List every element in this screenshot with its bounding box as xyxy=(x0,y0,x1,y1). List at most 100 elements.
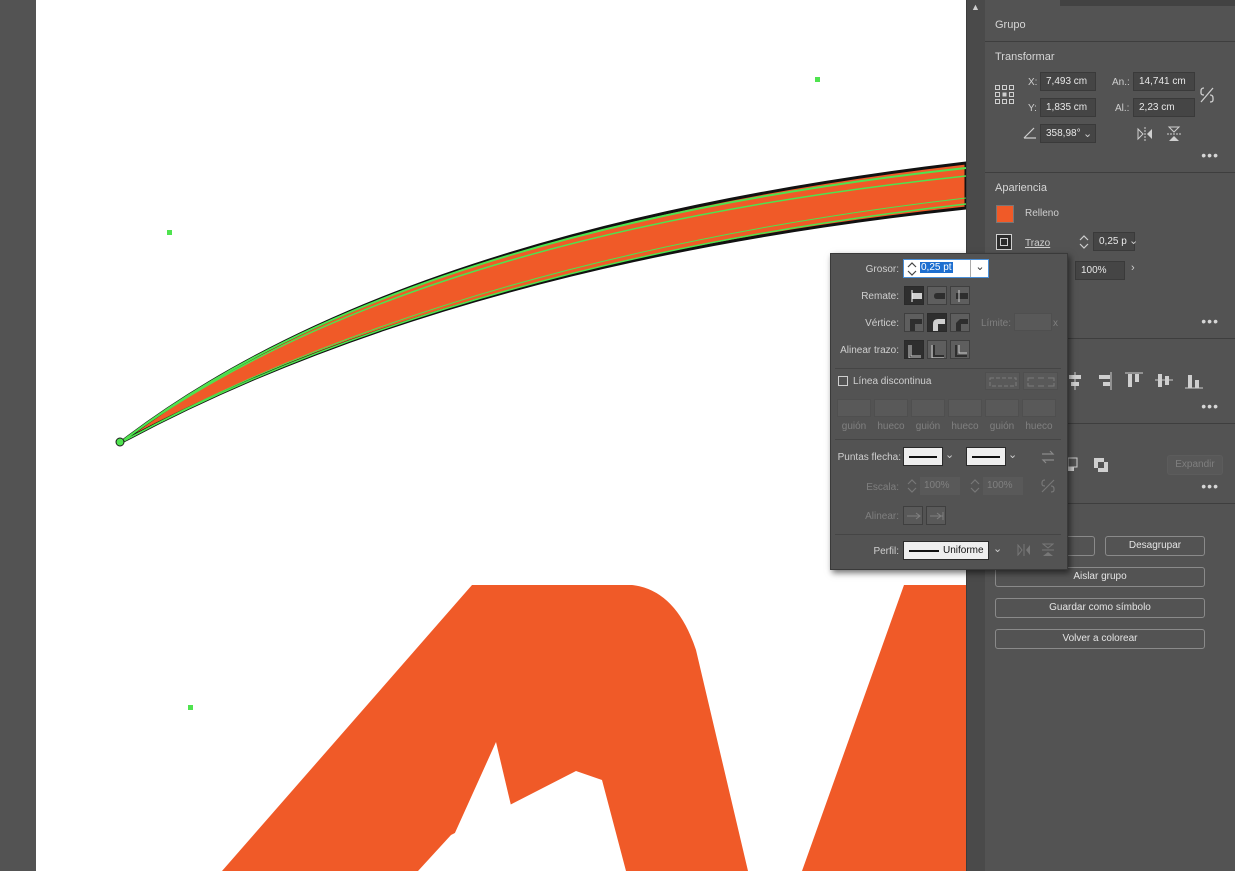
expand-button[interactable]: Expandir xyxy=(1167,455,1223,475)
profile-dropdown-chevron-icon[interactable]: ⌄ xyxy=(993,542,1002,555)
panel-tab-properties[interactable] xyxy=(985,0,1060,7)
limit-input[interactable] xyxy=(1014,313,1052,331)
weight-dropdown-chevron-icon[interactable]: ⌄ xyxy=(970,260,989,277)
flip-profile-vertical-icon[interactable] xyxy=(1042,543,1054,557)
align-more-options-icon[interactable]: ••• xyxy=(1201,398,1219,414)
height-input[interactable]: 2,23 cm xyxy=(1133,98,1195,117)
gap-label-1: hueco xyxy=(877,421,905,432)
align-bottom-icon[interactable] xyxy=(1185,372,1203,390)
y-input[interactable]: 1,835 cm xyxy=(1040,98,1096,117)
width-label: An.: xyxy=(1112,77,1130,88)
round-cap-button[interactable] xyxy=(927,286,947,305)
align-dash-corners-button[interactable] xyxy=(1023,372,1058,390)
start-arrowhead-dropdown[interactable] xyxy=(903,447,943,466)
butt-cap-button[interactable] xyxy=(904,286,924,305)
gap-input-2[interactable] xyxy=(948,399,982,417)
scale-end-input[interactable]: 100% xyxy=(983,477,1023,495)
align-horizontal-center-icon[interactable] xyxy=(1067,372,1083,390)
scroll-up-icon[interactable]: ▲ xyxy=(971,2,980,12)
dash-label-1: guión xyxy=(841,421,867,432)
arrow-tip-beyond-end-button[interactable] xyxy=(903,506,923,525)
stroke-weight-stepper-icon[interactable] xyxy=(1079,234,1089,250)
arrowheads-label: Puntas flecha: xyxy=(837,452,901,463)
end-arrowhead-chevron-icon[interactable]: ⌄ xyxy=(1008,448,1017,461)
opacity-input[interactable]: 100% xyxy=(1075,261,1125,280)
opacity-expand-chevron-icon[interactable]: › xyxy=(1131,262,1135,274)
angle-dropdown-chevron-icon[interactable]: ⌄ xyxy=(1083,127,1092,140)
pathfinder-exclude-icon[interactable] xyxy=(1093,457,1109,473)
stroke-swatch[interactable] xyxy=(996,234,1012,250)
gap-input-1[interactable] xyxy=(874,399,908,417)
transform-more-options-icon[interactable]: ••• xyxy=(1201,147,1219,163)
limit-suffix: x xyxy=(1053,318,1058,329)
align-top-icon[interactable] xyxy=(1125,372,1143,390)
end-arrowhead-dropdown[interactable] xyxy=(966,447,1006,466)
dash-input-3[interactable] xyxy=(985,399,1019,417)
appearance-title: Apariencia xyxy=(995,182,1047,194)
start-arrowhead-chevron-icon[interactable]: ⌄ xyxy=(945,448,954,461)
fill-swatch[interactable] xyxy=(996,205,1014,223)
transform-title: Transformar xyxy=(995,51,1055,63)
ungroup-button[interactable]: Desagrupar xyxy=(1105,536,1205,556)
reference-point-icon[interactable] xyxy=(995,85,1015,105)
corner-label: Vértice: xyxy=(865,318,899,329)
profile-dropdown[interactable]: Uniforme xyxy=(903,541,989,560)
bounding-box-handle[interactable] xyxy=(815,77,820,82)
align-stroke-outside-button[interactable] xyxy=(950,340,970,359)
miter-join-button[interactable] xyxy=(904,313,924,332)
canvas-area[interactable] xyxy=(0,0,966,871)
preserve-dash-button[interactable] xyxy=(985,372,1020,390)
dash-input-2[interactable] xyxy=(911,399,945,417)
isolate-group-button[interactable]: Aislar grupo xyxy=(995,567,1205,587)
anchor-point[interactable] xyxy=(115,437,125,447)
align-stroke-inside-button[interactable] xyxy=(927,340,947,359)
bevel-join-button[interactable] xyxy=(950,313,970,332)
dashed-line-label: Línea discontinua xyxy=(853,376,932,387)
weight-input[interactable]: 0,25 pt xyxy=(920,262,953,273)
swap-arrowheads-icon[interactable] xyxy=(1041,450,1055,464)
constrain-proportions-icon[interactable] xyxy=(1199,86,1215,104)
dash-label-3: guión xyxy=(989,421,1015,432)
align-stroke-center-button[interactable] xyxy=(904,340,924,359)
stroke-label-link[interactable]: Trazo xyxy=(1025,238,1050,249)
height-label: Al.: xyxy=(1115,103,1130,114)
gap-input-3[interactable] xyxy=(1022,399,1056,417)
dashed-line-checkbox[interactable] xyxy=(838,376,848,386)
angle-icon xyxy=(1023,127,1036,139)
appearance-more-options-icon[interactable]: ••• xyxy=(1201,313,1219,329)
gap-label-3: hueco xyxy=(1025,421,1053,432)
pathfinder-more-options-icon[interactable]: ••• xyxy=(1201,478,1219,494)
artwork[interactable] xyxy=(36,0,966,871)
width-input[interactable]: 14,741 cm xyxy=(1133,72,1195,91)
recolor-button[interactable]: Volver a colorear xyxy=(995,629,1205,649)
weight-input-wrapper[interactable]: 0,25 pt ⌄ xyxy=(903,259,989,278)
dash-label-2: guión xyxy=(915,421,941,432)
profile-value: Uniforme xyxy=(943,545,984,556)
bounding-box-handle[interactable] xyxy=(188,705,193,710)
artboard[interactable] xyxy=(36,0,966,871)
flip-profile-horizontal-icon[interactable] xyxy=(1017,544,1031,556)
gap-label-2: hueco xyxy=(951,421,979,432)
letter-second-shape[interactable] xyxy=(802,585,966,871)
scale-start-stepper-icon[interactable] xyxy=(907,478,917,494)
flip-vertical-icon[interactable] xyxy=(1167,126,1181,142)
projecting-cap-button[interactable] xyxy=(950,286,970,305)
bounding-box-handle[interactable] xyxy=(167,230,172,235)
scale-end-stepper-icon[interactable] xyxy=(970,478,980,494)
flip-horizontal-icon[interactable] xyxy=(1137,127,1153,141)
save-as-symbol-button[interactable]: Guardar como símbolo xyxy=(995,598,1205,618)
x-input[interactable]: 7,493 cm xyxy=(1040,72,1096,91)
link-scale-icon[interactable] xyxy=(1041,478,1055,494)
align-arrows-label: Alinear: xyxy=(865,511,899,522)
align-right-icon[interactable] xyxy=(1097,372,1113,390)
align-vertical-center-icon[interactable] xyxy=(1155,372,1173,390)
dash-input-1[interactable] xyxy=(837,399,871,417)
round-join-button[interactable] xyxy=(927,313,947,332)
profile-label: Perfil: xyxy=(873,546,899,557)
stroke-options-popup: Grosor: 0,25 pt ⌄ Remate: Vértice: Límit… xyxy=(830,253,1068,570)
scale-start-input[interactable]: 100% xyxy=(920,477,960,495)
arrow-tip-at-end-button[interactable] xyxy=(926,506,946,525)
divider xyxy=(835,368,1061,369)
weight-stepper-icon[interactable] xyxy=(907,261,917,277)
stroke-weight-dropdown-chevron-icon[interactable]: ⌄ xyxy=(1129,234,1138,247)
